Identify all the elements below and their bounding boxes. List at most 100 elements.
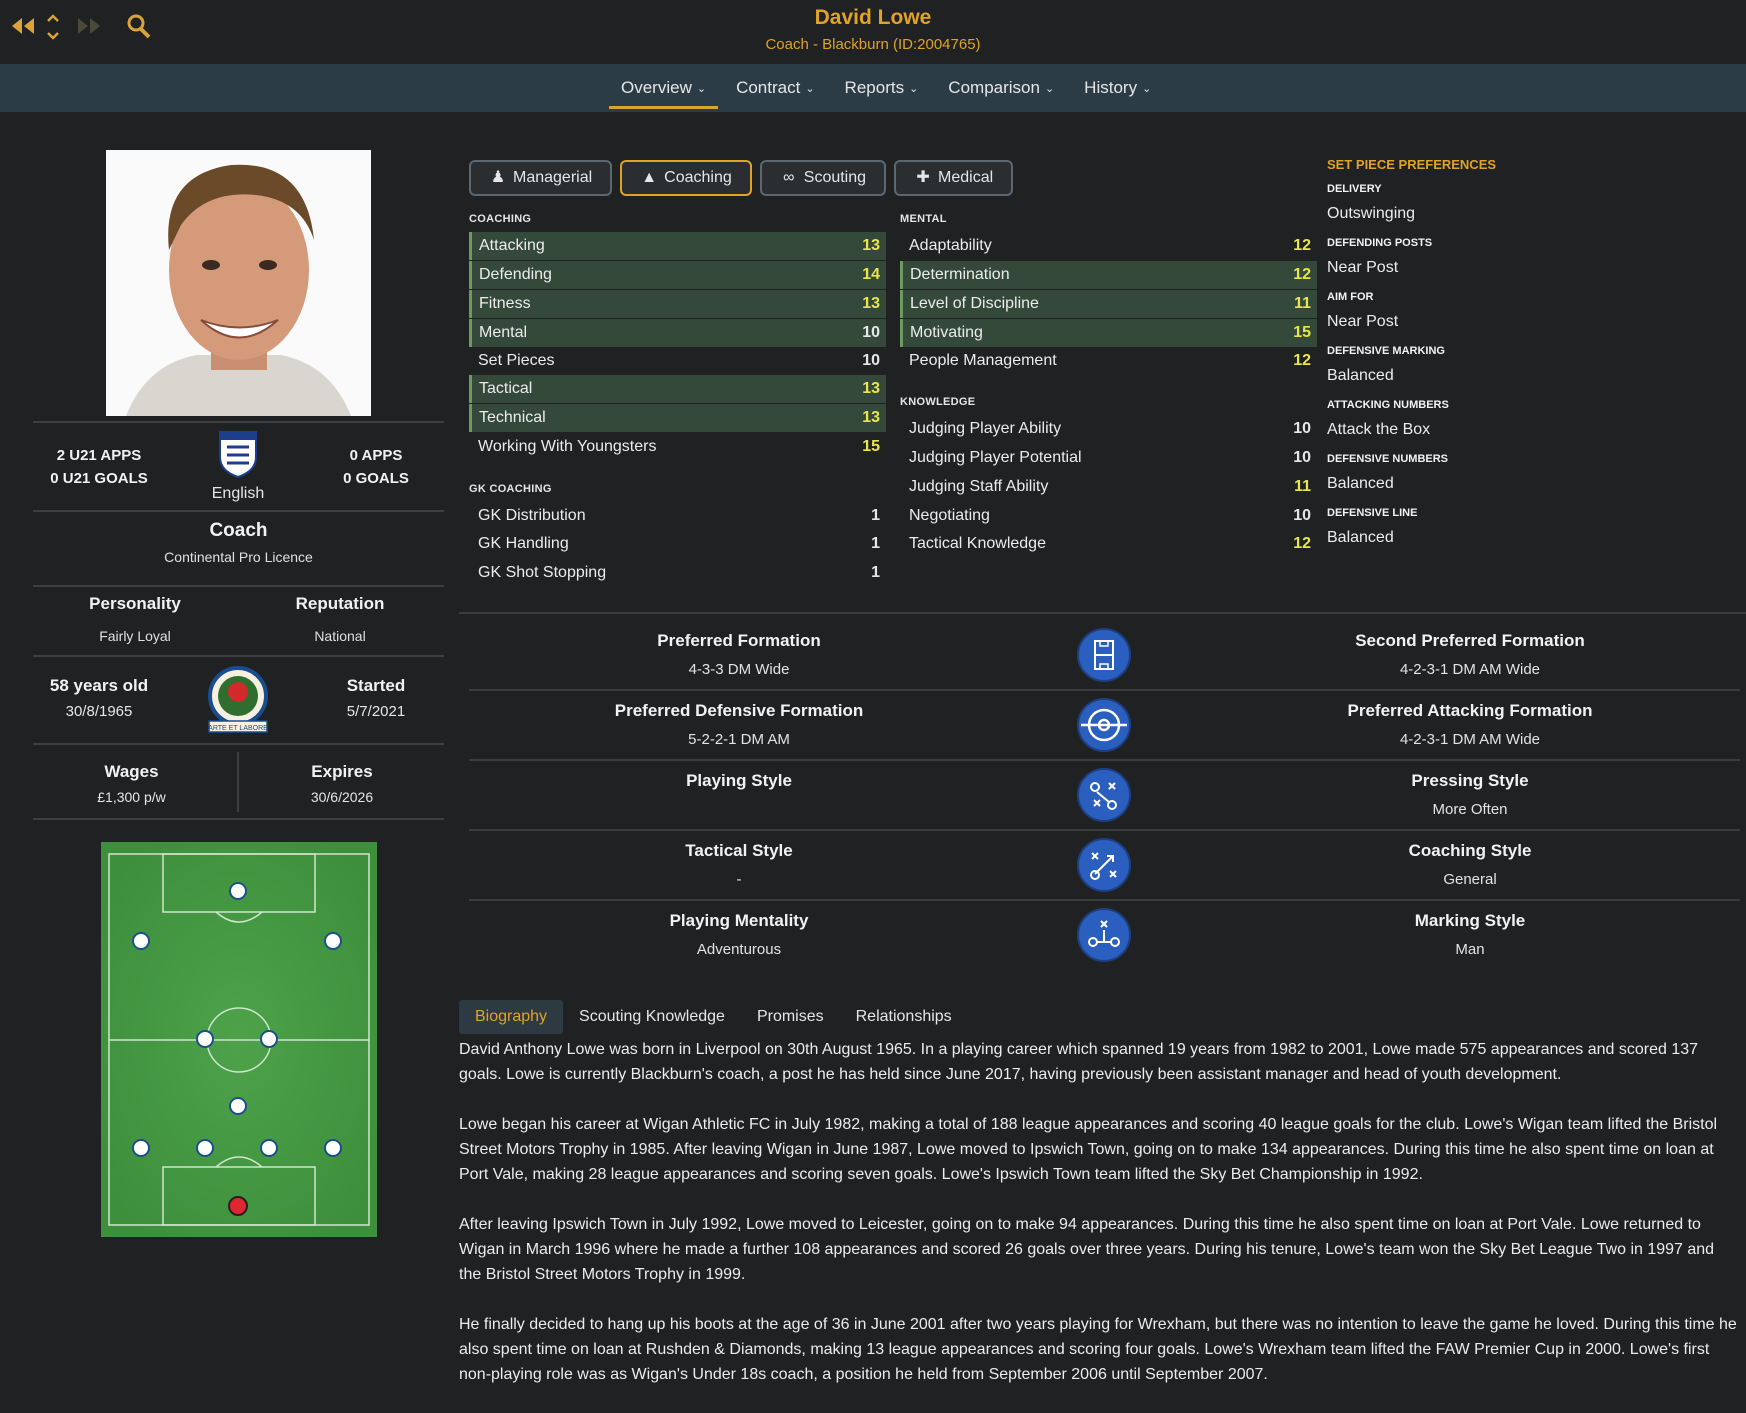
u21-apps: 2 U21 APPS [56, 447, 142, 464]
attacking-formation-value[interactable]: 4-2-3-1 DM AM Wide [1200, 731, 1740, 748]
set-piece-label: DEFENSIVE NUMBERS [1327, 453, 1449, 465]
person-icon: ♟ [490, 169, 506, 186]
tab-scouting[interactable]: ∞ Scouting [759, 160, 887, 196]
club-badge[interactable]: ARTE ET LABORE [205, 666, 271, 734]
tactical-style-value[interactable]: - [469, 871, 1009, 888]
pitch-player-marker [229, 882, 247, 900]
attribute-tabs: ♟ Managerial ▲ Coaching ∞ Scouting ✚ Medical [469, 160, 1021, 196]
pitch-player-marker [260, 1030, 278, 1048]
fa-badge[interactable] [217, 429, 259, 479]
second-formation-label: Second Preferred Formation [1355, 631, 1585, 650]
playing-mentality-value[interactable]: Adventurous [469, 941, 1009, 958]
staff-role: Coach [209, 520, 268, 541]
attr-mental[interactable]: Mental 10 [469, 319, 886, 347]
attr-fitness[interactable]: Fitness 13 [469, 290, 886, 318]
attr-judging-player-potential[interactable]: Judging Player Potential 10 [900, 444, 1317, 472]
attr-adaptability[interactable]: Adaptability 12 [900, 232, 1317, 260]
medical-kit-icon: ✚ [916, 169, 930, 186]
pitch-player-marker [132, 1139, 150, 1157]
formation-pitch-icon [1077, 628, 1131, 682]
pitch-player-marker [196, 1030, 214, 1048]
attr-gk-distribution[interactable]: GK Distribution 1 [469, 502, 886, 530]
tab-contract[interactable]: Contract ⌄ [724, 64, 826, 112]
set-piece-value: Balanced [1327, 475, 1394, 492]
tactical-style-label: Tactical Style [685, 841, 793, 860]
attr-defending[interactable]: Defending 14 [469, 261, 886, 289]
tab-overview[interactable]: Overview ⌄ [609, 64, 719, 112]
set-piece-label: DEFENDING POSTS [1327, 237, 1433, 249]
u21-goals: 0 U21 GOALS [50, 470, 148, 487]
date-of-birth: 30/8/1965 [65, 703, 133, 720]
attr-technical[interactable]: Technical 13 [469, 404, 886, 432]
attr-judging-staff-ability[interactable]: Judging Staff Ability 11 [900, 473, 1317, 501]
divider [469, 759, 1740, 761]
formation-pitch[interactable] [101, 842, 377, 1237]
pitch-player-marker [324, 1139, 342, 1157]
bio-paragraph: Lowe began his career at Wigan Athletic … [459, 1116, 1718, 1183]
nationality[interactable]: English [198, 485, 278, 503]
attacking-formation-label: Preferred Attacking Formation [1347, 701, 1593, 720]
page-subtitle[interactable]: Coach - Blackburn (ID:2004765) [0, 36, 1746, 53]
attr-attacking[interactable]: Attacking 13 [469, 232, 886, 260]
attr-tactical[interactable]: Tactical 13 [469, 375, 886, 403]
defensive-formation-label: Preferred Defensive Formation [614, 701, 864, 720]
set-piece-label: DEFENSIVE MARKING [1327, 345, 1445, 357]
pitch-goalkeeper-marker [228, 1196, 248, 1216]
bio-tabs: Biography Scouting Knowledge Promises Re… [459, 1000, 968, 1034]
attr-negotiating[interactable]: Negotiating 10 [900, 502, 1317, 530]
tab-managerial[interactable]: ♟ Managerial [469, 160, 613, 196]
attr-gk-shot-stopping[interactable]: GK Shot Stopping 1 [469, 559, 886, 587]
attr-tactical-knowledge[interactable]: Tactical Knowledge 12 [900, 530, 1317, 558]
pressing-style-value[interactable]: More Often [1200, 801, 1740, 818]
tab-biography[interactable]: Biography [459, 1000, 564, 1034]
divider [33, 655, 444, 657]
binoculars-icon: ∞ [783, 169, 795, 186]
bio-paragraph: David Anthony Lowe was born in Liverpool… [459, 1041, 1699, 1083]
tab-reports[interactable]: Reports ⌄ [833, 64, 931, 112]
pitch-player-marker [260, 1139, 278, 1157]
attr-motivating[interactable]: Motivating 15 [900, 319, 1317, 347]
divider [237, 752, 239, 812]
gk-coaching-heading: GK COACHING [469, 483, 552, 495]
tab-comparison[interactable]: Comparison ⌄ [936, 64, 1066, 112]
pitch-player-marker [324, 932, 342, 950]
tab-scouting-knowledge[interactable]: Scouting Knowledge [563, 1000, 741, 1034]
target-icon [1077, 698, 1131, 752]
set-piece-value: Balanced [1327, 529, 1394, 546]
goals: 0 GOALS [343, 470, 409, 487]
club-motto: ARTE ET LABORE [208, 725, 268, 732]
page-title: David Lowe [814, 6, 932, 29]
playing-mentality-label: Playing Mentality [669, 911, 809, 930]
attr-level-of-discipline[interactable]: Level of Discipline 11 [900, 290, 1317, 318]
coaching-style-label: Coaching Style [1408, 841, 1532, 860]
divider [33, 743, 444, 745]
mental-heading: MENTAL [900, 213, 947, 225]
second-formation-value[interactable]: 4-2-3-1 DM AM Wide [1200, 661, 1740, 678]
started-label: Started [346, 676, 406, 695]
tab-medical[interactable]: ✚ Medical [894, 160, 1014, 196]
tab-promises[interactable]: Promises [741, 1000, 840, 1034]
set-piece-value: Near Post [1327, 313, 1399, 330]
coaching-licence: Continental Pro Licence [164, 549, 313, 565]
bio-paragraph: After leaving Ipswich Town in July 1992,… [459, 1216, 1715, 1283]
attr-set-pieces[interactable]: Set Pieces 10 [469, 347, 886, 375]
tab-coaching[interactable]: ▲ Coaching [620, 160, 752, 196]
attr-working-with-youngsters[interactable]: Working With Youngsters 15 [469, 433, 886, 461]
preferred-formation-label: Preferred Formation [657, 631, 821, 650]
coaching-style-value[interactable]: General [1200, 871, 1740, 888]
attr-people-management[interactable]: People Management 12 [900, 347, 1317, 375]
attr-determination[interactable]: Determination 12 [900, 261, 1317, 289]
coach-icon: ▲ [641, 169, 658, 186]
defensive-formation-value[interactable]: 5-2-2-1 DM AM [469, 731, 1009, 748]
tab-relationships[interactable]: Relationships [840, 1000, 968, 1034]
set-piece-label: AIM FOR [1327, 291, 1374, 303]
tab-history[interactable]: History ⌄ [1072, 64, 1163, 112]
biography-text: David Anthony Lowe was born in Liverpool… [459, 1037, 1739, 1412]
staff-portrait [106, 150, 371, 416]
attr-gk-handling[interactable]: GK Handling 1 [469, 530, 886, 558]
attr-judging-player-ability[interactable]: Judging Player Ability 10 [900, 415, 1317, 443]
set-piece-value: Near Post [1327, 259, 1399, 276]
preferred-formation-value[interactable]: 4-3-3 DM Wide [469, 661, 1009, 678]
marking-style-value[interactable]: Man [1200, 941, 1740, 958]
age: 58 years old [49, 676, 149, 695]
